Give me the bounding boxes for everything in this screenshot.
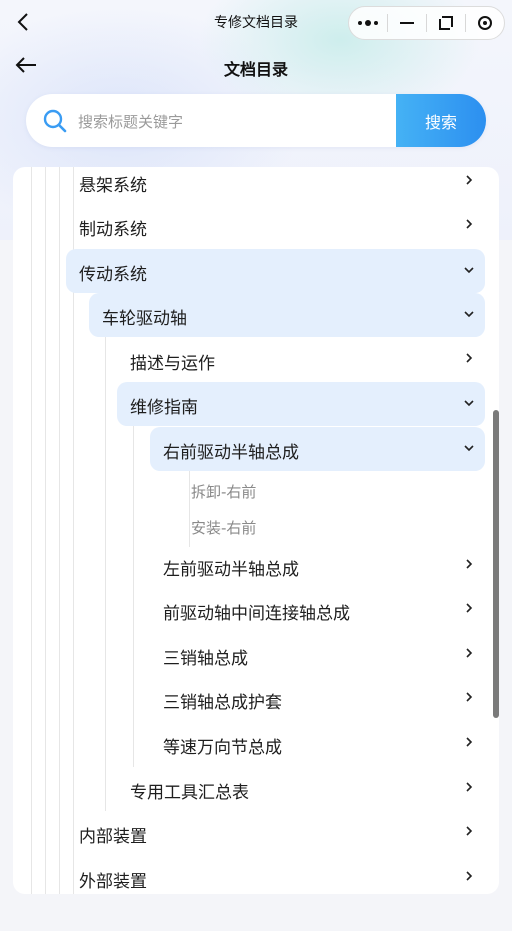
search-input[interactable] [76,94,420,147]
tree-node-label: 内部装置 [79,827,147,847]
tree-node-label: 传动系统 [79,265,147,285]
tree-node-label: 专用工具汇总表 [130,783,249,803]
chevron-right-icon [466,219,473,229]
tree-node[interactable]: 传动系统 [66,249,485,293]
tree-node[interactable]: 专用工具汇总表 [13,767,499,811]
tree-node-label: 前驱动轴中间连接轴总成 [163,604,350,624]
chevron-right-icon [466,353,473,363]
chevron-down-icon [464,445,474,452]
page-title: 文档目录 [223,60,288,79]
search-button[interactable]: 搜索 [396,94,486,147]
tree-node-label: 车轮驱动轴 [102,309,187,329]
tree-node[interactable]: 悬架系统 [13,167,499,204]
search-icon [43,109,67,133]
tree-node[interactable]: 描述与运作 [13,338,499,382]
chevron-down-icon [464,400,474,407]
page-header: 文档目录 [0,44,512,88]
tree-leaf-item[interactable]: 安装-右前 [13,505,499,549]
tree-node[interactable]: 外部装置 [13,856,499,894]
tree-node[interactable]: 左前驱动半轴总成 [13,544,499,588]
chevron-down-icon [464,267,474,274]
close-miniprogram-button[interactable] [466,7,504,39]
tree-node[interactable]: 三销轴总成 [13,633,499,677]
more-button[interactable] [349,7,387,39]
chevron-right-icon [466,559,473,569]
scrollbar-thumb[interactable] [493,410,499,718]
chevron-right-icon [466,603,473,613]
tree-node-label: 右前驱动半轴总成 [163,443,299,463]
search-bar: 搜索 [26,94,486,147]
minimize-icon [400,22,414,24]
chevron-right-icon [466,871,473,881]
float-window-icon [439,16,453,30]
tree-node[interactable]: 车轮驱动轴 [89,293,485,337]
tree-node[interactable]: 右前驱动半轴总成 [150,427,485,471]
tree-node-label: 等速万向节总成 [163,738,282,758]
tree-node[interactable]: 内部装置 [13,811,499,855]
tree-node-label: 左前驱动半轴总成 [163,560,299,580]
tree-node-label: 拆卸-右前 [191,483,257,501]
tree-node[interactable]: 维修指南 [117,382,485,426]
chevron-right-icon [466,782,473,792]
chevron-right-icon [466,737,473,747]
more-dots-icon [358,20,378,26]
capsule-menu [348,6,505,40]
tree-node-label: 安装-右前 [191,519,257,537]
miniprogram-bar: 专修文档目录 [0,0,512,44]
tree-node-label: 制动系统 [79,220,147,240]
tree-node[interactable]: 等速万向节总成 [13,722,499,766]
chevron-right-icon [466,648,473,658]
document-tree: 悬架系统制动系统传动系统车轮驱动轴描述与运作维修指南右前驱动半轴总成拆卸-右前安… [13,167,499,894]
chevron-right-icon [466,175,473,185]
tree-node-label: 外部装置 [79,872,147,892]
close-target-icon [478,16,492,30]
tree-node[interactable]: 前驱动轴中间连接轴总成 [13,588,499,632]
tree-node[interactable]: 制动系统 [13,204,499,248]
minimize-button[interactable] [388,7,426,39]
tree-node-label: 维修指南 [130,398,198,418]
tree-node[interactable]: 三销轴总成护套 [13,677,499,721]
chevron-right-icon [466,826,473,836]
tree-node-label: 描述与运作 [130,354,215,374]
tree-node-label: 悬架系统 [79,176,147,196]
tree-node-label: 三销轴总成护套 [163,693,282,713]
tree-node-label: 三销轴总成 [163,649,248,669]
chevron-down-icon [464,311,474,318]
chevron-right-icon [466,692,473,702]
float-window-button[interactable] [427,7,465,39]
